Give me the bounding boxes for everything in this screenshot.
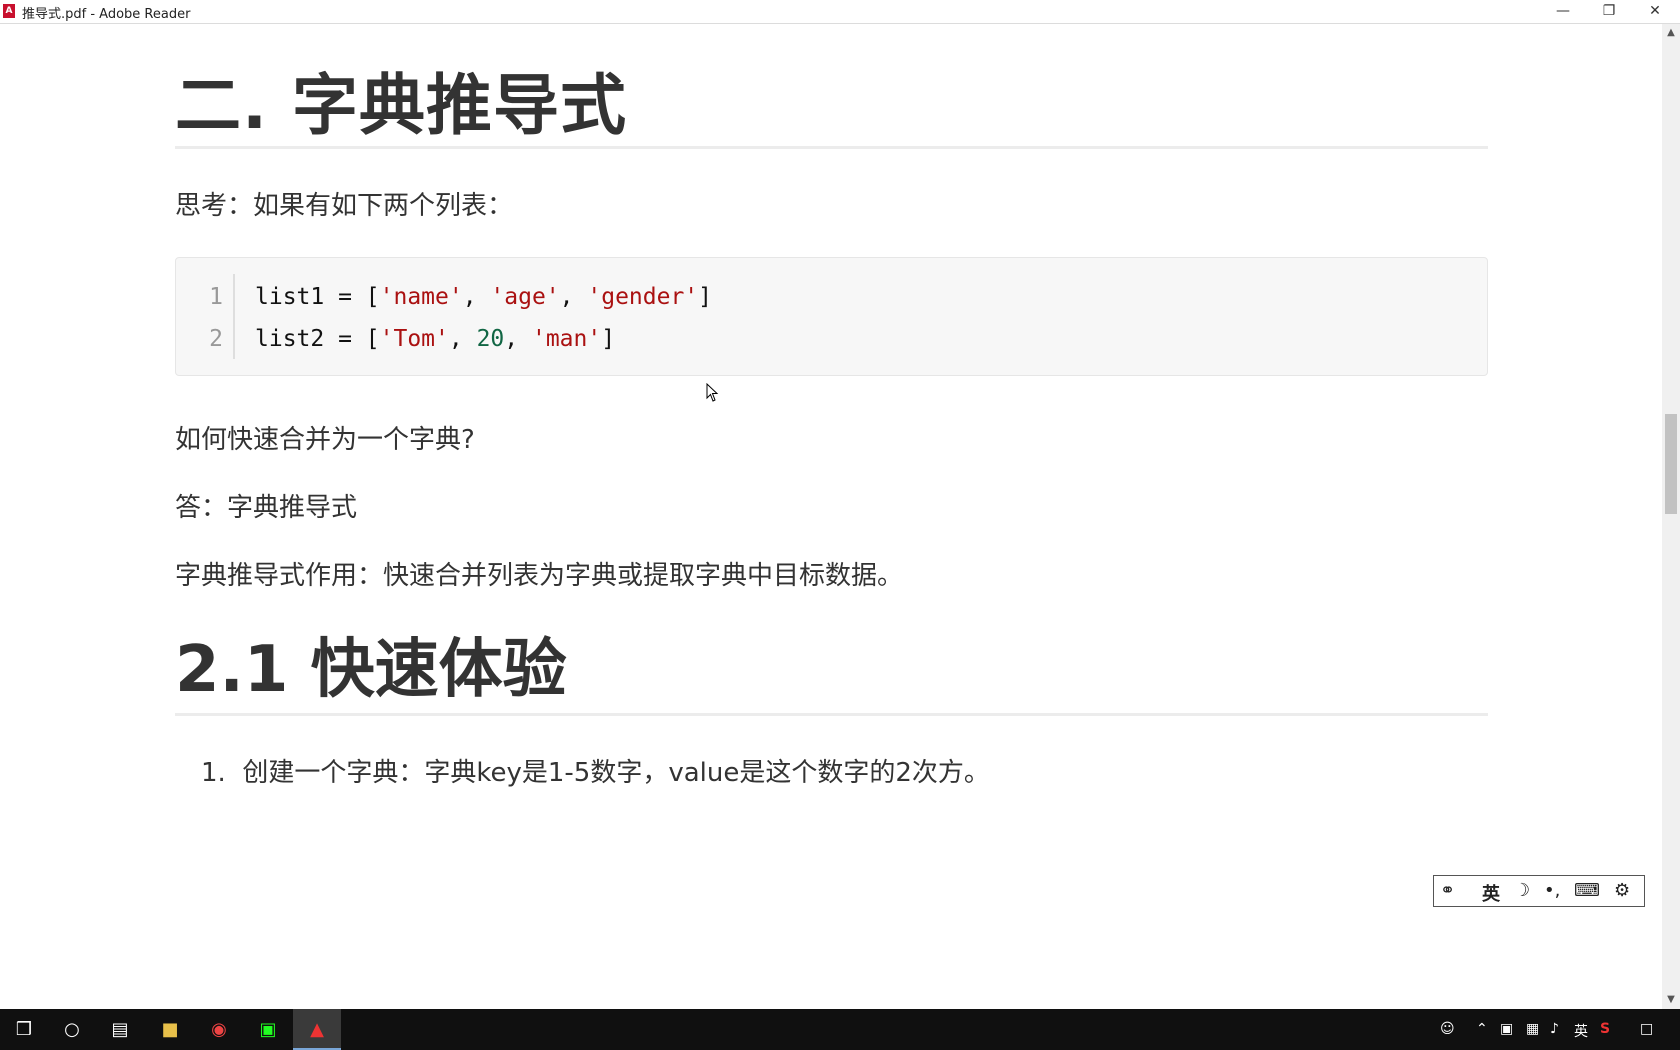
line-number: 2 (209, 326, 223, 352)
code-string: 'man' (531, 326, 602, 352)
code-text: list1 = [ (255, 284, 380, 310)
moon-icon[interactable]: ☽ (1514, 880, 1530, 901)
answer-paragraph: 答：字典推导式 (175, 493, 358, 523)
restore-button[interactable]: ❐ (1586, 0, 1632, 22)
taskbar: ❒ ○ ▤ ■ ◉ ▣ ▲ ☺ ⌃ ▣ ▦ ♪ 英 S □ (0, 1009, 1680, 1050)
code-gutter (233, 274, 235, 359)
window-title: 推导式.pdf - Adobe Reader (22, 7, 191, 22)
code-block: 1 2 list1 = ['name', 'age', 'gender'] li… (175, 257, 1488, 376)
search-circle-icon[interactable]: ○ (48, 1009, 96, 1050)
list-item-number: 1. (201, 758, 226, 788)
list-item-text: 创建一个字典：字典key是1-5数字，value是这个数字的2次方。 (242, 758, 990, 788)
sogou-ime-icon[interactable]: S (1600, 1021, 1610, 1037)
code-string: 'gender' (587, 284, 699, 310)
tray-app-icon[interactable]: ▣ (1500, 1021, 1513, 1037)
list-item: 1. 创建一个字典：字典key是1-5数字，value是这个数字的2次方。 (201, 752, 990, 789)
code-string: 'Tom' (379, 326, 449, 352)
chevron-up-icon[interactable]: ⌃ (1476, 1021, 1488, 1037)
adobe-reader-icon[interactable]: ▲ (293, 1009, 341, 1050)
heading-divider (175, 146, 1488, 149)
minimize-button[interactable]: — (1540, 0, 1586, 22)
scrollbar-thumb[interactable] (1665, 414, 1677, 514)
keyboard-icon[interactable]: ⌨ (1574, 880, 1600, 901)
purpose-paragraph: 字典推导式作用：快速合并列表为字典或提取字典中目标数据。 (175, 561, 904, 591)
pdf-icon[interactable]: A (3, 4, 15, 18)
code-text: , (448, 326, 477, 352)
scroll-down-icon[interactable]: ▼ (1662, 991, 1680, 1009)
code-string: 'age' (490, 284, 560, 310)
question-paragraph: 如何快速合并为一个字典? (175, 425, 475, 455)
close-button[interactable]: ✕ (1632, 0, 1678, 22)
code-text: , (559, 284, 588, 310)
windows-start-icon[interactable]: ❒ (0, 1009, 48, 1050)
code-line-1: list1 = ['name', 'age', 'gender'] (255, 284, 712, 310)
ime-logo-icon[interactable]: ⚭ (1440, 880, 1455, 901)
file-explorer-icon[interactable]: ■ (146, 1009, 194, 1050)
close-icon: ✕ (1649, 3, 1661, 19)
code-text: list2 = [ (255, 326, 380, 352)
document-viewport[interactable]: 二. 字典推导式 思考：如果有如下两个列表： 1 2 list1 = ['nam… (0, 24, 1662, 1009)
section-heading: 二. 字典推导式 (175, 67, 628, 144)
network-icon[interactable]: ▦ (1526, 1021, 1539, 1037)
code-text: ] (601, 326, 616, 352)
heading-divider (175, 713, 1488, 716)
mouse-cursor-icon (706, 383, 719, 402)
chrome-icon[interactable]: ◉ (195, 1009, 243, 1050)
vertical-scrollbar[interactable]: ▲ ▼ (1662, 24, 1680, 1009)
notification-icon[interactable]: □ (1640, 1021, 1653, 1037)
scroll-up-icon[interactable]: ▲ (1662, 24, 1680, 42)
subsection-heading: 2.1 快速体验 (175, 633, 567, 707)
volume-icon[interactable]: ♪ (1550, 1021, 1559, 1037)
code-text: , (504, 326, 532, 352)
code-line-2: list2 = ['Tom', 20, 'man'] (255, 326, 615, 352)
code-number: 20 (476, 326, 505, 352)
restore-icon: ❐ (1602, 3, 1616, 19)
ime-language-toggle[interactable]: 英 (1482, 880, 1500, 906)
code-text: ] (698, 284, 713, 310)
line-number: 1 (209, 284, 223, 310)
gear-icon[interactable]: ⚙ (1614, 880, 1630, 901)
code-text: , (462, 284, 491, 310)
think-paragraph: 思考：如果有如下两个列表： (175, 191, 514, 221)
pycharm-icon[interactable]: ▣ (244, 1009, 292, 1050)
tray-language[interactable]: 英 (1574, 1021, 1588, 1041)
minimize-icon: — (1556, 3, 1570, 19)
people-icon[interactable]: ☺ (1440, 1021, 1455, 1037)
code-string: 'name' (379, 284, 463, 310)
task-view-icon[interactable]: ▤ (96, 1009, 144, 1050)
ime-toolbar: ⚭ 英 ☽ •, ⌨ ⚙ (1433, 875, 1645, 907)
punctuation-icon[interactable]: •, (1544, 880, 1560, 901)
title-bar: A 推导式.pdf - Adobe Reader — ❐ ✕ (0, 0, 1680, 24)
